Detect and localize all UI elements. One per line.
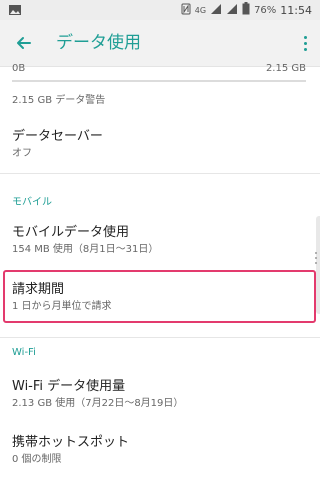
item-subtitle: オフ xyxy=(12,148,32,159)
usage-right-value: 2.15 GB xyxy=(265,63,306,74)
section-mobile: モバイル xyxy=(12,197,52,208)
image-icon xyxy=(8,3,22,17)
item-title: データセーバー xyxy=(12,129,103,144)
app-bar: データ使用 xyxy=(0,20,320,67)
item-title: モバイルデータ使用 xyxy=(12,225,130,240)
battery-percent: 76% xyxy=(254,4,277,16)
divider xyxy=(0,173,320,174)
section-wifi: Wi-Fi xyxy=(12,347,36,358)
more-vert-icon[interactable] xyxy=(296,30,314,56)
battery-icon xyxy=(242,2,250,18)
item-title: 携帯ホットスポット xyxy=(12,435,130,450)
usage-range: 0B 2.15 GB xyxy=(12,63,306,74)
divider xyxy=(0,337,320,338)
data-warning: 2.15 GB データ警告 xyxy=(12,95,106,106)
hotspot-item[interactable]: 携帯ホットスポット 0 個の制限 xyxy=(12,434,129,467)
page-title: データ使用 xyxy=(56,33,141,53)
usage-left-value: 0B xyxy=(12,63,26,74)
settings-list: 0B 2.15 GB 2.15 GB データ警告 データセーバー オフ モバイル… xyxy=(0,63,320,480)
wifi-data-usage-item[interactable]: Wi-Fi データ使用量 2.13 GB 使用（7月22日〜8月19日） xyxy=(12,378,183,411)
nfc-icon xyxy=(181,3,191,18)
signal-icon xyxy=(210,3,222,18)
signal-icon-2 xyxy=(226,3,238,18)
item-title: Wi-Fi データ使用量 xyxy=(12,379,126,394)
4g-icon: 4G xyxy=(194,5,207,15)
item-subtitle: 0 個の制限 xyxy=(12,454,62,465)
usage-bar xyxy=(12,80,306,82)
item-subtitle: 154 MB 使用（8月1日〜31日） xyxy=(12,244,159,255)
edge-handle-dots xyxy=(315,252,317,264)
edge-panel-handle[interactable] xyxy=(316,216,320,314)
mobile-data-usage-item[interactable]: モバイルデータ使用 154 MB 使用（8月1日〜31日） xyxy=(12,224,158,257)
data-saver-item[interactable]: データセーバー オフ xyxy=(12,128,103,161)
item-subtitle: 2.13 GB 使用（7月22日〜8月19日） xyxy=(12,398,184,409)
clock: 11:54 xyxy=(280,3,312,17)
status-bar: 4G 76% 11:54 xyxy=(0,0,320,20)
billing-cycle-highlight xyxy=(3,270,316,323)
arrow-back-icon[interactable] xyxy=(10,30,36,56)
